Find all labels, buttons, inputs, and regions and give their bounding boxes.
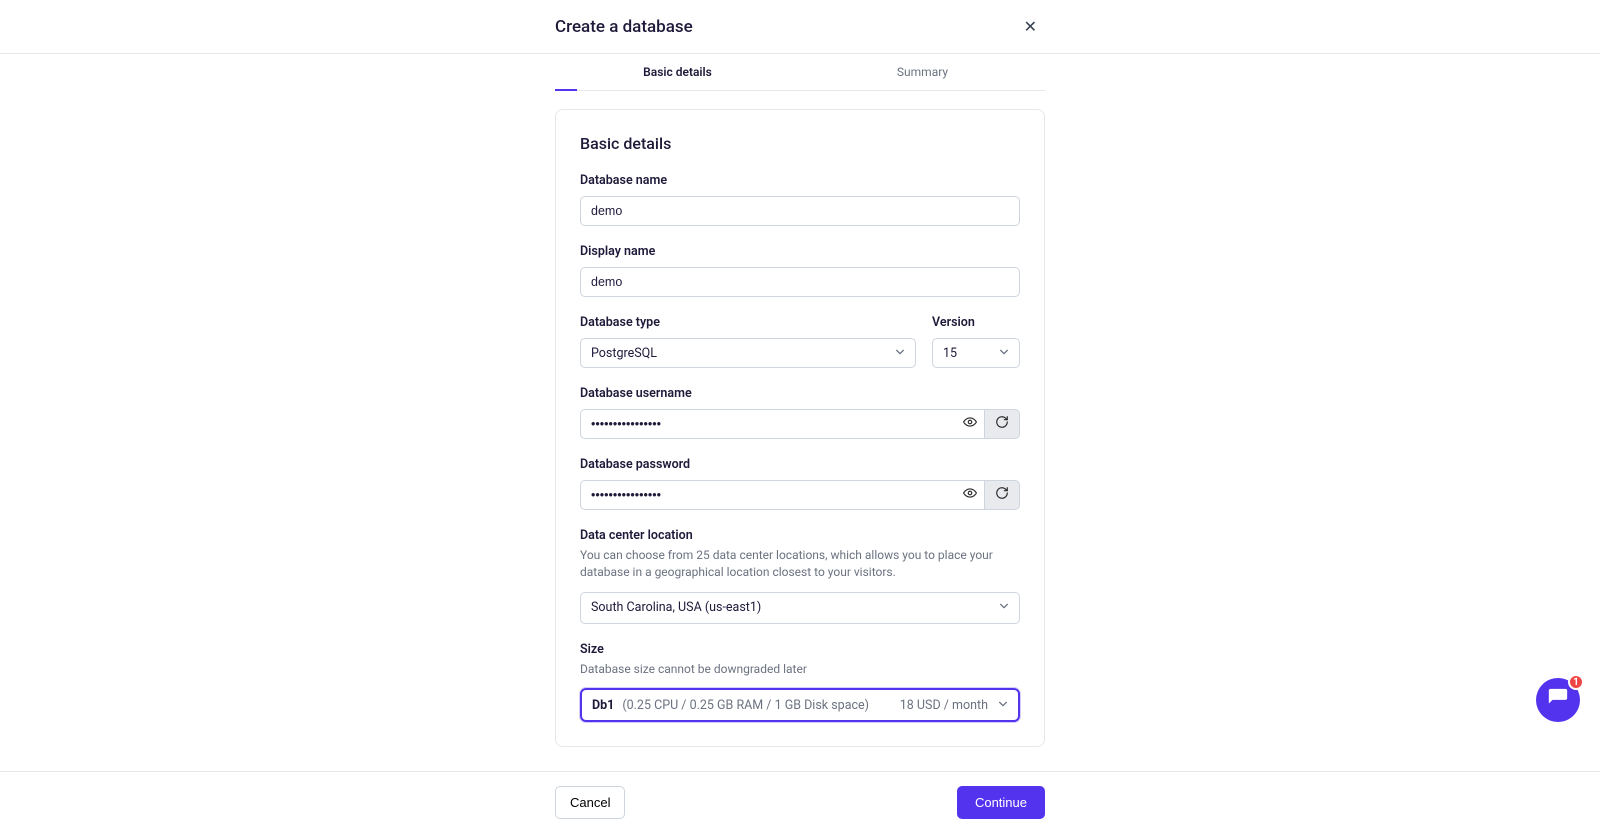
- refresh-icon: [995, 486, 1009, 504]
- display-name-label: Display name: [580, 244, 1020, 259]
- db-username-label: Database username: [580, 386, 1020, 401]
- tab-summary[interactable]: Summary: [800, 54, 1045, 90]
- reveal-password-button[interactable]: [955, 480, 984, 510]
- chevron-down-icon: [999, 346, 1009, 361]
- wizard-tabs: Basic details Summary: [555, 54, 1045, 91]
- size-select[interactable]: Db1 (0.25 CPU / 0.25 GB RAM / 1 GB Disk …: [580, 688, 1020, 722]
- chevron-down-icon: [999, 600, 1009, 615]
- regenerate-password-button[interactable]: [984, 480, 1020, 510]
- cancel-button[interactable]: Cancel: [555, 786, 625, 819]
- chat-icon: [1547, 687, 1569, 713]
- location-help: You can choose from 25 data center locat…: [580, 547, 1020, 582]
- size-label: Size: [580, 642, 1020, 657]
- close-button[interactable]: ✕: [1016, 13, 1045, 41]
- section-title: Basic details: [580, 134, 1020, 153]
- location-select[interactable]: South Carolina, USA (us-east1): [580, 592, 1020, 624]
- support-chat-button[interactable]: 1: [1536, 678, 1580, 722]
- db-password-input[interactable]: [580, 480, 955, 510]
- modal-title: Create a database: [555, 17, 693, 37]
- db-username-input[interactable]: [580, 409, 955, 439]
- db-password-label: Database password: [580, 457, 1020, 472]
- chevron-down-icon: [998, 698, 1008, 713]
- display-name-input[interactable]: [580, 267, 1020, 297]
- version-value: 15: [943, 346, 957, 361]
- db-name-label: Database name: [580, 173, 1020, 188]
- size-help: Database size cannot be downgraded later: [580, 661, 1020, 678]
- tab-basic-details[interactable]: Basic details: [555, 54, 800, 90]
- eye-icon: [963, 486, 977, 504]
- location-label: Data center location: [580, 528, 1020, 543]
- db-type-value: PostgreSQL: [591, 346, 657, 361]
- tab-underline: [555, 89, 577, 92]
- db-type-label: Database type: [580, 315, 916, 330]
- size-price: 18 USD / month: [900, 698, 988, 713]
- db-name-input[interactable]: [580, 196, 1020, 226]
- version-label: Version: [932, 315, 1020, 330]
- chevron-down-icon: [895, 346, 905, 361]
- basic-details-panel: Basic details Database name Display name…: [555, 109, 1045, 747]
- modal-header: Create a database ✕: [0, 0, 1600, 54]
- chat-badge: 1: [1568, 674, 1584, 690]
- db-type-select[interactable]: PostgreSQL: [580, 338, 916, 368]
- location-value: South Carolina, USA (us-east1): [591, 600, 761, 615]
- size-spec: (0.25 CPU / 0.25 GB RAM / 1 GB Disk spac…: [622, 698, 869, 713]
- reveal-username-button[interactable]: [955, 409, 984, 439]
- version-select[interactable]: 15: [932, 338, 1020, 368]
- refresh-icon: [995, 415, 1009, 433]
- size-name: Db1: [592, 698, 614, 713]
- regenerate-username-button[interactable]: [984, 409, 1020, 439]
- footer-bar: Cancel Continue: [0, 771, 1600, 833]
- close-icon: ✕: [1024, 19, 1037, 36]
- continue-button[interactable]: Continue: [957, 786, 1045, 819]
- eye-icon: [963, 415, 977, 433]
